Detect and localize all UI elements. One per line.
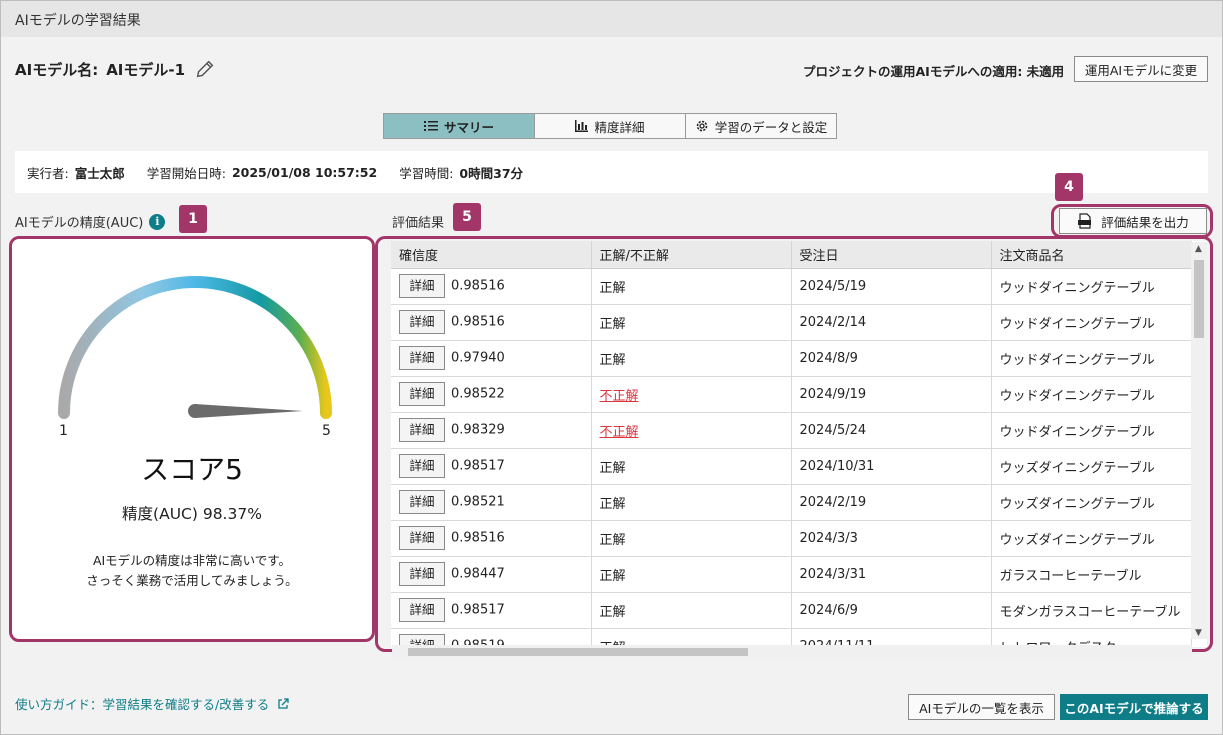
edit-pencil-icon[interactable] bbox=[193, 58, 217, 80]
change-model-button[interactable]: 運用AIモデルに変更 bbox=[1074, 56, 1208, 82]
duration-value: 0時間37分 bbox=[459, 165, 524, 181]
model-name-row: AIモデル名: AIモデル-1 bbox=[15, 58, 217, 80]
infer-button[interactable]: このAIモデルで推論する bbox=[1060, 694, 1208, 720]
results-section-label: 評価結果 bbox=[392, 212, 444, 231]
highlight-results-table bbox=[375, 236, 1213, 652]
tab-summary[interactable]: サマリー bbox=[383, 113, 535, 139]
tab-training-label: 学習のデータと設定 bbox=[714, 119, 828, 135]
scroll-down-icon[interactable]: ▼ bbox=[1195, 628, 1202, 638]
tab-training-data[interactable]: 学習のデータと設定 bbox=[685, 113, 837, 139]
model-list-button[interactable]: AIモデルの一覧を表示 bbox=[908, 694, 1055, 720]
tab-bar: サマリー 精度詳細 学習のデータと設定 bbox=[383, 113, 837, 139]
executor-label: 実行者: bbox=[27, 165, 69, 181]
bar-chart-icon bbox=[575, 120, 589, 132]
highlight-accuracy-panel bbox=[9, 236, 375, 642]
info-icon[interactable]: i bbox=[149, 213, 166, 230]
results-window: AIモデルの学習結果 AIモデル名: AIモデル-1 プロジェクトの運用AIモデ… bbox=[0, 0, 1223, 735]
start-value: 2025/01/08 10:57:52 bbox=[231, 164, 378, 180]
tab-accuracy-label: 精度詳細 bbox=[594, 119, 645, 135]
horizontal-scroll-thumb[interactable] bbox=[408, 648, 748, 656]
list-icon bbox=[423, 121, 438, 131]
executor-value: 富士太郎 bbox=[74, 165, 125, 181]
guide-link-text[interactable]: 使い方ガイド：学習結果を確認する/改善する bbox=[15, 694, 269, 713]
accuracy-section-label: AIモデルの精度(AUC) i bbox=[15, 212, 166, 231]
scroll-up-icon[interactable]: ▲ bbox=[1195, 244, 1202, 254]
vertical-scroll-thumb[interactable] bbox=[1194, 260, 1204, 338]
gear-icon bbox=[696, 120, 708, 132]
training-info-bar: 実行者: 富士太郎 学習開始日時: 2025/01/08 10:57:52 学習… bbox=[15, 151, 1208, 193]
duration-label: 学習時間: bbox=[399, 165, 454, 181]
external-link-icon bbox=[278, 697, 289, 709]
model-name-label: AIモデル名: bbox=[15, 60, 99, 79]
annotation-badge-5: 5 bbox=[453, 203, 481, 231]
horizontal-scrollbar[interactable] bbox=[392, 645, 1192, 659]
accuracy-label-text: AIモデルの精度(AUC) bbox=[15, 216, 144, 231]
vertical-scrollbar[interactable]: ▲ ▼ bbox=[1191, 242, 1207, 639]
tab-accuracy-detail[interactable]: 精度詳細 bbox=[534, 113, 686, 139]
model-name: AIモデル-1 bbox=[106, 60, 186, 79]
results-label-text: 評価結果 bbox=[392, 216, 445, 231]
annotation-badge-1: 1 bbox=[179, 205, 207, 233]
title-bar: AIモデルの学習結果 bbox=[1, 1, 1222, 37]
highlight-export bbox=[1051, 204, 1213, 238]
tab-summary-label: サマリー bbox=[443, 119, 494, 135]
annotation-badge-4: 4 bbox=[1055, 173, 1083, 201]
window-title: AIモデルの学習結果 bbox=[15, 13, 141, 29]
start-label: 学習開始日時: bbox=[146, 165, 226, 181]
apply-status: プロジェクトの運用AIモデルへの適用: 未適用 bbox=[803, 64, 1065, 79]
guide-link[interactable]: 使い方ガイド：学習結果を確認する/改善する bbox=[15, 694, 289, 713]
